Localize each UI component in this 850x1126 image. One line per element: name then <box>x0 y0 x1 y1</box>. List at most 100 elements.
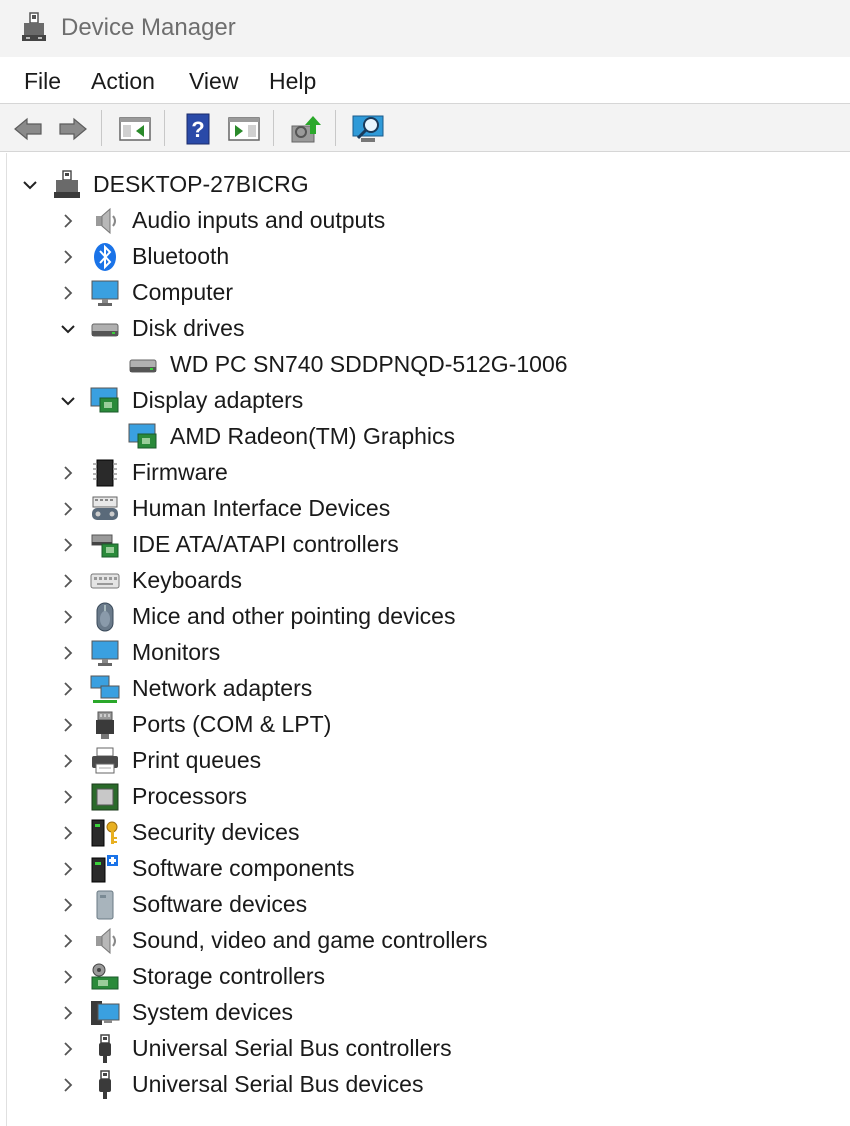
back-arrow-icon[interactable] <box>11 112 45 146</box>
tree-item-storage-controllers[interactable]: Storage controllers <box>7 959 847 995</box>
chevron-right-icon[interactable] <box>59 464 77 482</box>
menu-view[interactable]: View <box>189 68 238 95</box>
chevron-right-icon[interactable] <box>59 572 77 590</box>
chevron-right-icon[interactable] <box>59 284 77 302</box>
tree-item-label: Disk drives <box>132 315 245 341</box>
toolbar-separator <box>164 110 165 146</box>
chevron-right-icon[interactable] <box>59 752 77 770</box>
software-device-icon <box>90 890 120 920</box>
display-adapter-icon <box>90 386 120 416</box>
menu-bar: File Action View Help <box>0 57 850 103</box>
storage-controller-icon <box>90 962 120 992</box>
chevron-right-icon[interactable] <box>59 860 77 878</box>
forward-arrow-icon[interactable] <box>56 112 90 146</box>
menu-action[interactable]: Action <box>91 68 155 95</box>
toolbar-separator <box>273 110 274 146</box>
tree-item-label: Print queues <box>132 747 262 773</box>
chevron-right-icon[interactable] <box>59 932 77 950</box>
software-component-icon <box>90 854 120 884</box>
tree-child-device[interactable]: AMD Radeon(TM) Graphics <box>7 419 847 455</box>
menu-file[interactable]: File <box>24 68 61 95</box>
chip-icon <box>90 458 120 488</box>
tree-item-label: Universal Serial Bus controllers <box>132 1035 452 1061</box>
tree-item-label: Mice and other pointing devices <box>132 603 456 629</box>
show-hide-console-tree-icon[interactable] <box>118 112 152 146</box>
tree-item-ide-ata-atapi-controllers[interactable]: IDE ATA/ATAPI controllers <box>7 527 847 563</box>
tree-item-keyboards[interactable]: Keyboards <box>7 563 847 599</box>
chevron-down-icon[interactable] <box>59 392 77 410</box>
window-title: Device Manager <box>61 14 236 41</box>
system-device-icon <box>90 998 120 1028</box>
device-tree[interactable]: DESKTOP-27BICRG Audio inputs and outputs B… <box>6 153 850 1126</box>
chevron-right-icon[interactable] <box>59 212 77 230</box>
tree-item-label: Software devices <box>132 891 308 917</box>
chevron-right-icon[interactable] <box>59 680 77 698</box>
tree-item-monitors[interactable]: Monitors <box>7 635 847 671</box>
tree-item-label: Firmware <box>132 459 228 485</box>
tree-item-label: Monitors <box>132 639 221 665</box>
tree-item-processors[interactable]: Processors <box>7 779 847 815</box>
chevron-right-icon[interactable] <box>59 1004 77 1022</box>
chevron-right-icon[interactable] <box>59 536 77 554</box>
monitor-icon <box>90 278 120 308</box>
chevron-right-icon[interactable] <box>59 968 77 986</box>
tree-item-security-devices[interactable]: Security devices <box>7 815 847 851</box>
tree-item-universal-serial-bus-controllers[interactable]: Universal Serial Bus controllers <box>7 1031 847 1067</box>
chevron-right-icon[interactable] <box>59 716 77 734</box>
tree-item-computer[interactable]: Computer <box>7 275 847 311</box>
tree-item-universal-serial-bus-devices[interactable]: Universal Serial Bus devices <box>7 1067 847 1103</box>
chevron-right-icon[interactable] <box>59 1076 77 1094</box>
tree-root-computer[interactable]: DESKTOP-27BICRG <box>7 167 847 203</box>
chevron-right-icon[interactable] <box>59 824 77 842</box>
tree-item-disk-drives[interactable]: Disk drives <box>7 311 847 347</box>
chevron-right-icon[interactable] <box>59 644 77 662</box>
network-icon <box>90 674 120 704</box>
tree-item-display-adapters[interactable]: Display adapters <box>7 383 847 419</box>
chevron-right-icon[interactable] <box>59 1040 77 1058</box>
tree-item-label: Network adapters <box>132 675 313 701</box>
tree-item-label: DESKTOP-27BICRG <box>93 171 309 197</box>
update-driver-icon[interactable] <box>289 112 323 146</box>
show-hide-action-pane-icon[interactable] <box>227 112 261 146</box>
tree-item-label: Keyboards <box>132 567 242 593</box>
tree-item-label: IDE ATA/ATAPI controllers <box>132 531 399 557</box>
tree-item-firmware[interactable]: Firmware <box>7 455 847 491</box>
tree-child-device[interactable]: WD PC SN740 SDDPNQD-512G-1006 <box>7 347 847 383</box>
help-icon[interactable]: ? <box>181 112 215 146</box>
scan-hardware-icon[interactable] <box>351 112 385 146</box>
tree-item-label: Security devices <box>132 819 300 845</box>
processor-icon <box>90 782 120 812</box>
tree-item-label: Processors <box>132 783 248 809</box>
tree-item-software-devices[interactable]: Software devices <box>7 887 847 923</box>
tree-item-label: Display adapters <box>132 387 304 413</box>
tree-item-sound-video-and-game-controllers[interactable]: Sound, video and game controllers <box>7 923 847 959</box>
tree-item-mice-and-other-pointing-devices[interactable]: Mice and other pointing devices <box>7 599 847 635</box>
disk-drive-icon <box>90 314 120 344</box>
tree-item-label: WD PC SN740 SDDPNQD-512G-1006 <box>170 351 568 377</box>
chevron-down-icon[interactable] <box>21 176 39 194</box>
tree-item-audio-inputs-and-outputs[interactable]: Audio inputs and outputs <box>7 203 847 239</box>
speaker-icon <box>90 206 120 236</box>
tree-item-system-devices[interactable]: System devices <box>7 995 847 1031</box>
tree-item-human-interface-devices[interactable]: Human Interface Devices <box>7 491 847 527</box>
tree-item-label: Bluetooth <box>132 243 230 269</box>
chevron-right-icon[interactable] <box>59 608 77 626</box>
tree-item-software-components[interactable]: Software components <box>7 851 847 887</box>
monitor-icon <box>90 638 120 668</box>
chevron-right-icon[interactable] <box>59 248 77 266</box>
computer-root-icon <box>52 170 82 200</box>
tree-item-print-queues[interactable]: Print queues <box>7 743 847 779</box>
tree-item-ports-com-lpt[interactable]: Ports (COM & LPT) <box>7 707 847 743</box>
tree-item-label: Ports (COM & LPT) <box>132 711 332 737</box>
chevron-right-icon[interactable] <box>59 500 77 518</box>
speaker-icon <box>90 926 120 956</box>
menu-help[interactable]: Help <box>269 68 316 95</box>
tree-item-network-adapters[interactable]: Network adapters <box>7 671 847 707</box>
tree-item-label: Audio inputs and outputs <box>132 207 386 233</box>
tree-item-bluetooth[interactable]: Bluetooth <box>7 239 847 275</box>
chevron-down-icon[interactable] <box>59 320 77 338</box>
chevron-right-icon[interactable] <box>59 896 77 914</box>
mouse-icon <box>90 602 120 632</box>
hid-icon <box>90 494 120 524</box>
chevron-right-icon[interactable] <box>59 788 77 806</box>
